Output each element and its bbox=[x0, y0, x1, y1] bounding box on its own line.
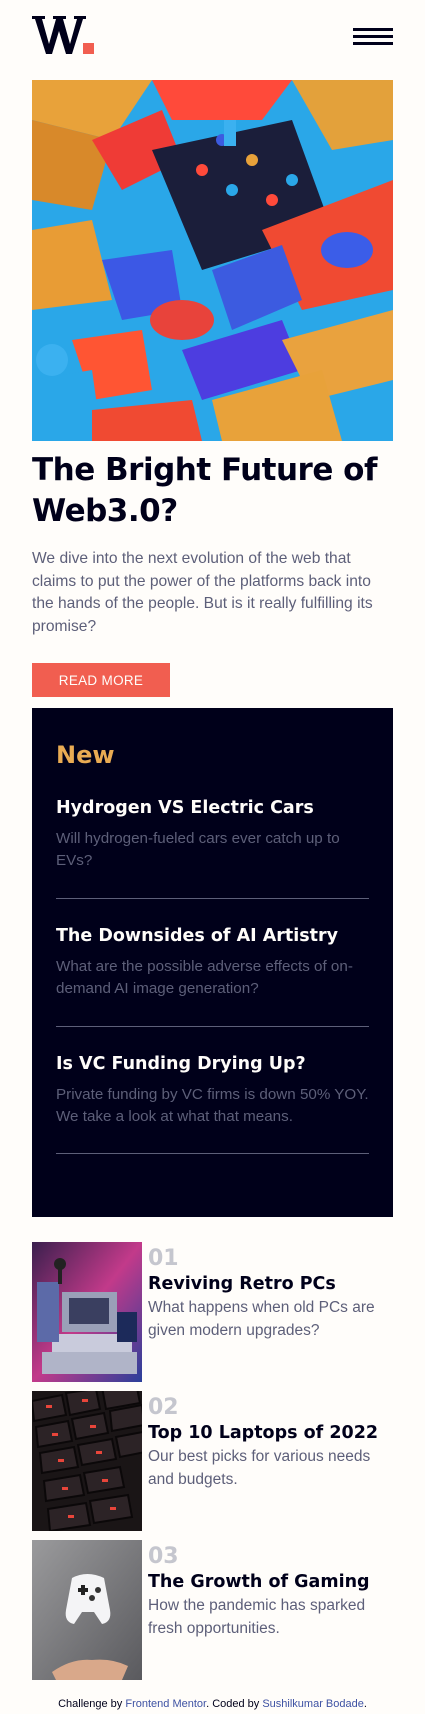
article-number: 01 bbox=[148, 1246, 179, 1271]
article-item: 03 The Growth of Gaming How the pandemic… bbox=[32, 1540, 393, 1680]
attribution-footer: Challenge by Frontend Mentor. Coded by S… bbox=[0, 1697, 425, 1711]
article-number: 03 bbox=[148, 1544, 179, 1569]
article-description: What happens when old PCs are given mode… bbox=[148, 1299, 375, 1339]
hero-description: We dive into the next evolution of the w… bbox=[32, 550, 373, 635]
new-item: The Downsides of AI Artistry What are th… bbox=[56, 924, 369, 1000]
footer-text: . bbox=[363, 1698, 367, 1710]
author-link[interactable]: Sushilkumar Bodade bbox=[262, 1698, 364, 1710]
retro-pc-image[interactable] bbox=[32, 1242, 142, 1382]
new-item-description: Private funding by VC firms is down 50% … bbox=[56, 1086, 369, 1125]
divider bbox=[56, 898, 369, 899]
brand-logo[interactable] bbox=[32, 14, 98, 56]
divider bbox=[56, 1026, 369, 1027]
article-title[interactable]: The Growth of Gaming bbox=[148, 1570, 370, 1594]
article-item: 01 Reviving Retro PCs What happens when … bbox=[32, 1242, 393, 1382]
hamburger-menu-button[interactable] bbox=[353, 28, 393, 46]
new-item-title[interactable]: Is VC Funding Drying Up? bbox=[56, 1052, 369, 1076]
game-controller-image[interactable] bbox=[32, 1540, 142, 1680]
article-description: Our best picks for various needs and bud… bbox=[148, 1448, 371, 1488]
divider bbox=[56, 1153, 369, 1154]
footer-text: . Coded by bbox=[206, 1698, 260, 1710]
hero-title: The Bright Future of Web3.0? bbox=[32, 452, 377, 529]
new-heading: New bbox=[56, 741, 115, 769]
laptop-keyboard-image[interactable] bbox=[32, 1391, 142, 1531]
new-item: Hydrogen VS Electric Cars Will hydrogen-… bbox=[56, 796, 369, 872]
new-articles-panel: New Hydrogen VS Electric Cars Will hydro… bbox=[32, 708, 393, 1217]
footer-text: Challenge by bbox=[58, 1698, 123, 1710]
site-header bbox=[32, 14, 393, 58]
new-item-title[interactable]: Hydrogen VS Electric Cars bbox=[56, 796, 369, 820]
frontend-mentor-link[interactable]: Frontend Mentor bbox=[125, 1698, 206, 1710]
article-title[interactable]: Reviving Retro PCs bbox=[148, 1272, 336, 1296]
new-item-description: Will hydrogen-fueled cars ever catch up … bbox=[56, 830, 340, 869]
hamburger-icon bbox=[353, 28, 393, 31]
hero-image bbox=[32, 80, 393, 441]
new-item-title[interactable]: The Downsides of AI Artistry bbox=[56, 924, 369, 948]
article-description: How the pandemic has sparked fresh oppor… bbox=[148, 1597, 366, 1637]
article-title[interactable]: Top 10 Laptops of 2022 bbox=[148, 1421, 378, 1445]
article-item: 02 Top 10 Laptops of 2022 Our best picks… bbox=[32, 1391, 393, 1531]
article-number: 02 bbox=[148, 1395, 179, 1420]
read-more-button[interactable]: READ MORE bbox=[32, 663, 170, 697]
new-item: Is VC Funding Drying Up? Private funding… bbox=[56, 1052, 369, 1128]
new-item-description: What are the possible adverse effects of… bbox=[56, 958, 353, 997]
